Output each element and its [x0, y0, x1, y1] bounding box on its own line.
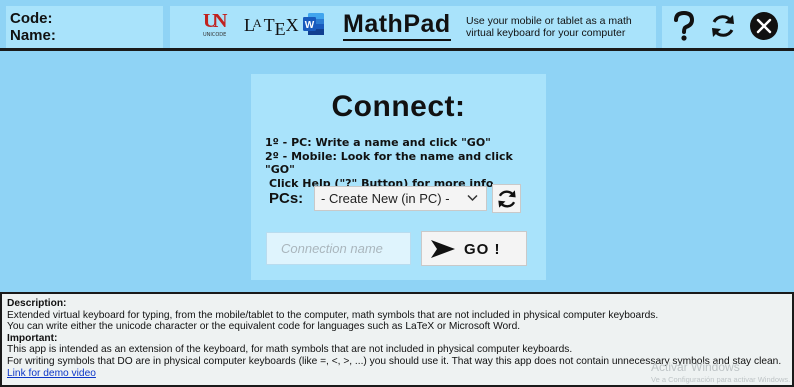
refresh-icon	[497, 189, 516, 208]
description-line-2: You can write either the unicode charact…	[7, 321, 521, 333]
watermark-line-2: Ve a Configuración para activar Windows.	[651, 375, 791, 384]
reload-button[interactable]	[707, 10, 739, 42]
pcs-selected-value: - Create New (in PC) -	[321, 191, 450, 206]
watermark-line-1: Activar Windows	[651, 360, 740, 374]
svg-text:W: W	[305, 20, 315, 31]
chevron-down-icon	[467, 194, 478, 202]
pcs-select[interactable]: - Create New (in PC) -	[314, 186, 487, 211]
activation-watermark: Activar Windows Ve a Configuración para …	[651, 360, 790, 384]
description-heading: Description:	[7, 298, 67, 309]
unicode-logo: U N UNICODE	[203, 10, 228, 38]
close-icon	[750, 12, 778, 40]
help-button[interactable]	[668, 10, 700, 42]
demo-video-link[interactable]: Link for demo video	[7, 368, 96, 379]
go-button[interactable]: GO !	[421, 231, 527, 266]
step-mobile: 2º - Mobile: Look for the name and click…	[265, 149, 513, 177]
word-logo: W	[303, 13, 324, 35]
top-bar: Code: Name: U N UNICODE LA TEX W MathPad …	[0, 0, 794, 51]
actions-panel	[662, 6, 788, 48]
code-label: Code:	[10, 10, 53, 27]
connection-name-input[interactable]: Connection name	[266, 232, 411, 265]
go-label: GO !	[464, 241, 501, 258]
connection-name-placeholder: Connection name	[281, 241, 383, 256]
app-title: MathPad	[343, 9, 451, 41]
important-heading: Important:	[7, 332, 58, 344]
connect-card: Connect: 1º - PC: Write a name and click…	[251, 74, 546, 280]
step-pc: 1º - PC: Write a name and click "GO"	[265, 136, 491, 149]
important-line-1: This app is intended as an extension of …	[7, 344, 573, 356]
connect-title: Connect:	[331, 90, 466, 123]
send-arrow-icon	[431, 240, 455, 258]
close-button[interactable]	[748, 10, 780, 42]
latex-logo: LA TEX	[244, 15, 299, 39]
refresh-icon	[712, 15, 734, 37]
connect-instructions: 1º - PC: Write a name and click "GO" 2º …	[265, 136, 545, 190]
help-icon	[674, 10, 695, 41]
description-line-1: Extended virtual keyboard for typing, fr…	[7, 309, 659, 321]
name-label: Name:	[10, 27, 56, 44]
brand-panel: U N UNICODE LA TEX W MathPad Use your mob…	[170, 6, 656, 48]
code-name-panel: Code: Name:	[6, 6, 163, 48]
pcs-label: PCs:	[269, 190, 304, 207]
app-tagline: Use your mobile or tablet as a math virt…	[466, 15, 632, 39]
refresh-pcs-button[interactable]	[492, 184, 521, 213]
